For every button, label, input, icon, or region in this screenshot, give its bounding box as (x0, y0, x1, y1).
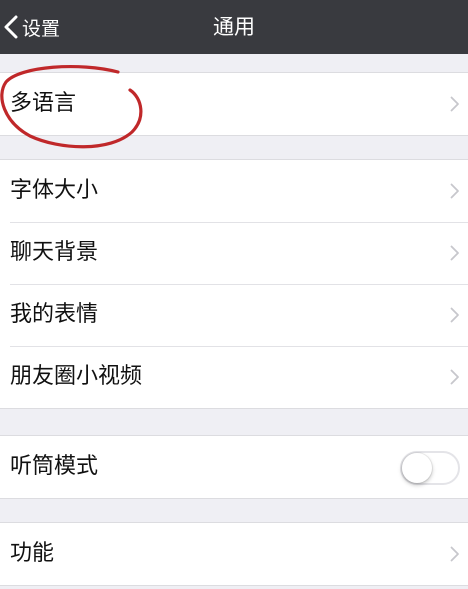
settings-group-language: 多语言 (0, 72, 468, 136)
settings-row-chat-background[interactable]: 聊天背景 (0, 222, 468, 284)
page-title: 通用 (213, 15, 255, 39)
settings-group-features: 功能 (0, 522, 468, 586)
settings-group-audio: 听筒模式 (0, 435, 468, 499)
settings-row-moments-video[interactable]: 朋友圈小视频 (0, 346, 468, 408)
earpiece-mode-toggle[interactable] (400, 451, 460, 485)
chevron-right-icon (450, 546, 459, 562)
row-label: 多语言 (10, 91, 77, 116)
row-label: 字体大小 (10, 178, 99, 203)
settings-row-font-size[interactable]: 字体大小 (0, 160, 468, 222)
settings-group-display: 字体大小 聊天背景 我的表情 朋友圈小视频 (0, 159, 468, 409)
chevron-right-icon (450, 183, 459, 199)
row-label: 我的表情 (10, 302, 99, 327)
settings-row-earpiece-mode: 听筒模式 (0, 436, 468, 498)
row-label: 聊天背景 (10, 240, 99, 265)
settings-row-multi-language[interactable]: 多语言 (0, 73, 468, 135)
settings-row-my-stickers[interactable]: 我的表情 (0, 284, 468, 346)
chevron-right-icon (450, 96, 459, 112)
row-label: 功能 (10, 541, 55, 566)
row-label: 朋友圈小视频 (10, 364, 143, 389)
row-label: 听筒模式 (10, 454, 99, 479)
navigation-bar: 设置 通用 (0, 0, 468, 54)
settings-row-features[interactable]: 功能 (0, 523, 468, 585)
chevron-right-icon (450, 307, 459, 323)
chevron-right-icon (450, 369, 459, 385)
chevron-right-icon (450, 245, 459, 261)
toggle-knob (402, 453, 432, 483)
